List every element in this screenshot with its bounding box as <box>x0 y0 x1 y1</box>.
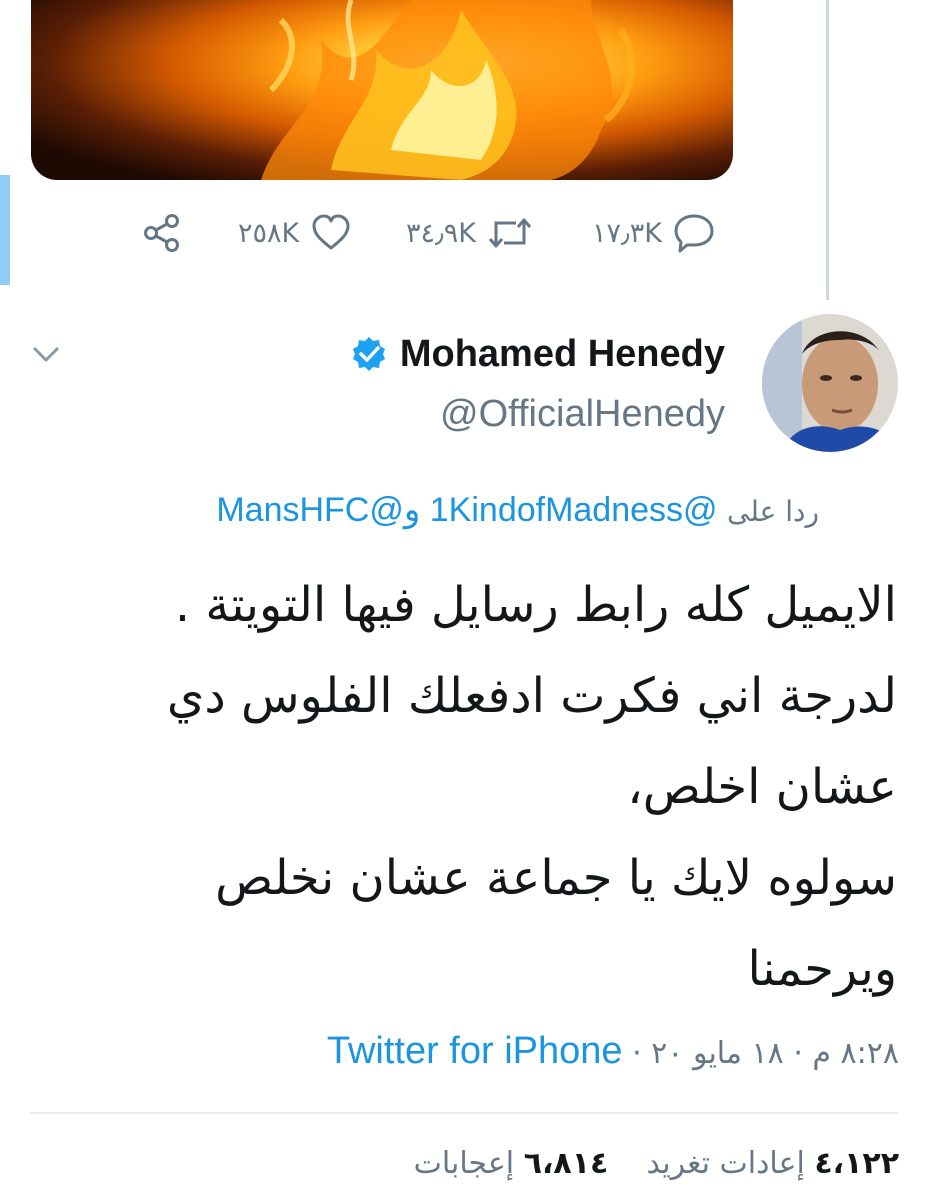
tweet-text-line: سولوه لايك يا جماعة عشان نخلص <box>215 850 897 906</box>
tweet-stats: ٤،١٢٢ إعادات تغريد ٦،٨١٤ إعجابات <box>414 1146 899 1181</box>
reply-count: ١٧٫٣K <box>592 217 662 249</box>
tweet-meta: ٨:٢٨ م · ١٨ مايو ٢٠ · Twitter for iPhone <box>327 1030 899 1073</box>
mention-link[interactable]: @1KindofMadness <box>430 491 718 529</box>
like-count: ٢٥٨K <box>238 217 300 249</box>
replying-to: ردا على @1KindofMadness و@MansHFC <box>216 490 819 530</box>
tweet-text-line: عشان اخلص، <box>627 759 897 815</box>
reply-button[interactable]: ١٧٫٣K <box>592 205 716 261</box>
retweets-stat[interactable]: ٤،١٢٢ إعادات تغريد <box>646 1146 899 1181</box>
tweet-text-line: ويرحمنا <box>747 941 897 997</box>
author-handle[interactable]: @OfficialHenedy <box>440 393 725 436</box>
likes-count: ٦،٨١٤ <box>523 1146 609 1181</box>
tweet-text: الايميل كله رابط رسايل فيها التويتة . لد… <box>32 560 897 1015</box>
retweet-icon <box>488 218 532 248</box>
tweet-source-link[interactable]: Twitter for iPhone <box>327 1030 623 1072</box>
mention-conjunction: و <box>403 491 421 529</box>
retweets-count: ٤،١٢٢ <box>814 1146 899 1181</box>
tweet-date[interactable]: ١٨ مايو ٢٠ <box>651 1036 784 1071</box>
meta-separator: · <box>793 1036 803 1071</box>
reply-icon <box>674 214 714 253</box>
fire-image-flames <box>261 0 636 180</box>
tweet-text-line: لدرجة اني فكرت ادفعلك الفلوس دي <box>166 668 897 724</box>
author-avatar[interactable] <box>762 314 898 452</box>
replying-to-label: ردا على <box>727 495 819 528</box>
avatar-photo <box>762 314 898 452</box>
meta-separator: · <box>632 1036 642 1071</box>
tweet-action-bar: ٢٥٨K ٣٤٫٩K ١٧٫٣K <box>130 205 740 261</box>
retweet-count: ٣٤٫٩K <box>406 217 476 249</box>
chevron-down-icon[interactable] <box>30 340 62 368</box>
author-display-name: Mohamed Henedy <box>399 332 725 375</box>
fire-image[interactable] <box>31 0 733 180</box>
share-icon <box>144 214 179 252</box>
verified-badge-icon <box>352 337 385 371</box>
tweet-text-line: الايميل كله رابط رسايل فيها التويتة . <box>174 577 897 633</box>
retweet-button[interactable]: ٣٤٫٩K <box>406 205 534 261</box>
heart-icon <box>312 214 350 250</box>
retweets-label: إعادات تغريد <box>646 1146 805 1181</box>
like-button[interactable]: ٢٥٨K <box>238 205 353 261</box>
mention-link[interactable]: @MansHFC <box>216 491 404 529</box>
tweet-time[interactable]: ٨:٢٨ م <box>812 1036 899 1071</box>
share-button[interactable] <box>140 205 184 261</box>
author-name-row[interactable]: Mohamed Henedy <box>350 326 725 382</box>
thread-connector-line <box>826 0 829 300</box>
likes-stat[interactable]: ٦،٨١٤ إعجابات <box>414 1146 609 1181</box>
selection-indicator <box>0 175 10 285</box>
likes-label: إعجابات <box>413 1146 515 1181</box>
divider <box>30 1112 898 1114</box>
